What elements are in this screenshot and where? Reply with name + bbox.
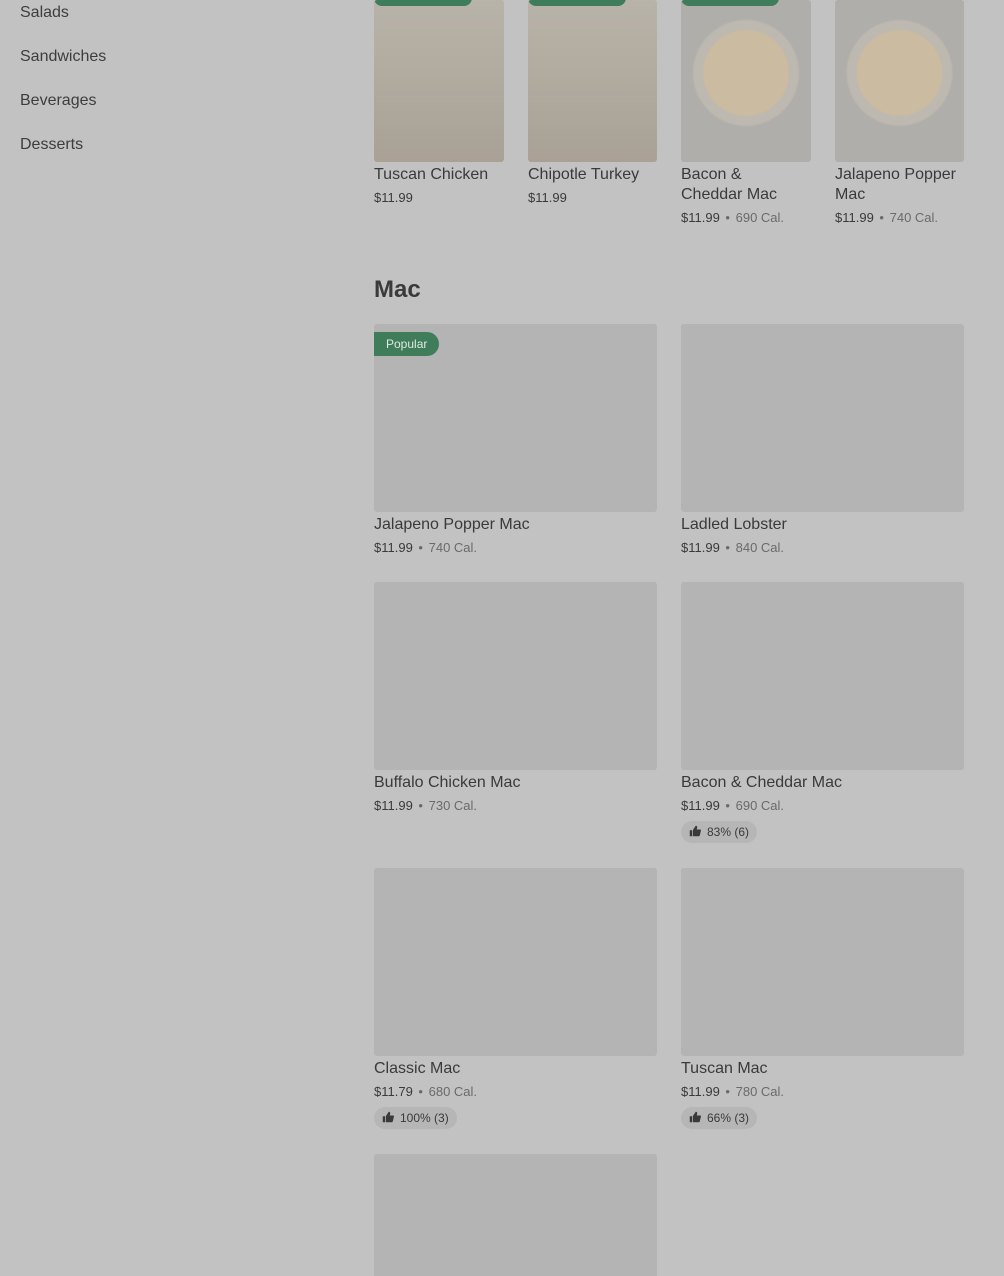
item-meta: $11.99 • 690 Cal.	[681, 797, 784, 815]
item-calories: 690 Cal.	[735, 798, 785, 813]
menu-page: Salads Sandwiches Beverages Desserts Tus…	[0, 0, 1004, 1276]
item-name: Bacon & Cheddar Mac	[681, 774, 842, 791]
item-name: Jalapeno Popper Mac	[374, 516, 530, 533]
item-price: $11.99	[681, 210, 720, 225]
item-calories: 680 Cal.	[428, 1084, 478, 1099]
item-calories: 840 Cal.	[735, 540, 785, 555]
item-name: Bacon & Cheddar Mac	[681, 165, 777, 205]
item-image	[681, 324, 964, 512]
separator: •	[725, 210, 730, 225]
item-name-line: Jalapeno Popper	[835, 166, 956, 183]
separator: •	[418, 540, 423, 555]
item-name: Chipotle Turkey	[528, 166, 640, 183]
item-image	[374, 868, 657, 1056]
rating-pill: 66% (3)	[681, 1107, 758, 1129]
item-name-line: Cheddar Mac	[681, 186, 778, 203]
item-image	[835, 0, 964, 162]
rating-pill: 83% (6)	[681, 821, 758, 843]
separator: •	[725, 540, 730, 555]
item-name-line: Mac	[835, 186, 866, 203]
item-name: Tuscan Chicken	[374, 166, 489, 183]
item-price: $11.79	[374, 1084, 413, 1099]
item-image	[374, 582, 657, 770]
item-price: $11.99	[374, 798, 413, 813]
mac-bowl-image	[681, 0, 811, 162]
item-image	[681, 0, 811, 162]
item-meta: $11.99 • 690 Cal.	[681, 209, 784, 227]
item-image	[374, 1154, 657, 1276]
item-calories: 740 Cal.	[428, 540, 478, 555]
mac-bowl-image	[835, 0, 964, 162]
item-image	[681, 868, 964, 1056]
item-calories: 730 Cal.	[428, 798, 478, 813]
rating-text: 66% (3)	[707, 1111, 750, 1125]
item-price: $11.99	[681, 1084, 720, 1099]
item-calories: 690 Cal.	[735, 210, 785, 225]
item-meta: $11.99 • 740 Cal.	[374, 539, 477, 557]
thumbs-up-icon	[689, 825, 701, 837]
sandwich-image	[374, 0, 504, 162]
item-meta: $11.99 • 740 Cal.	[835, 209, 938, 227]
separator: •	[418, 1084, 423, 1099]
item-price: $11.99	[374, 540, 413, 555]
sandwich-image	[528, 0, 657, 162]
separator: •	[418, 798, 423, 813]
item-image: Popular	[374, 324, 657, 512]
separator: •	[879, 210, 884, 225]
popular-badge: Popular	[374, 332, 440, 356]
sidebar-item-beverages[interactable]: Beverages	[20, 89, 97, 113]
item-price: $11.99	[681, 798, 720, 813]
section-title: Mac	[374, 276, 421, 303]
item-image	[374, 0, 504, 162]
badge-strip	[528, 0, 626, 6]
item-meta: $11.99 • 840 Cal.	[681, 539, 784, 557]
item-name: Ladled Lobster	[681, 516, 787, 533]
separator: •	[725, 1084, 730, 1099]
item-price: $11.99	[681, 540, 720, 555]
thumbs-up-icon	[382, 1111, 394, 1123]
item-meta: $11.79 • 680 Cal.	[374, 1083, 477, 1101]
item-meta: $11.99 • 780 Cal.	[681, 1083, 784, 1101]
sidebar-item-desserts[interactable]: Desserts	[20, 133, 83, 157]
badge-strip	[681, 0, 779, 6]
badge-strip	[374, 0, 472, 6]
sidebar-item-salads[interactable]: Salads	[20, 1, 69, 25]
separator: •	[725, 798, 730, 813]
item-price: $11.99	[374, 190, 413, 205]
item-image	[681, 582, 964, 770]
item-price: $11.99	[835, 210, 874, 225]
rating-pill: 100% (3)	[374, 1107, 457, 1129]
item-price: $11.99	[528, 190, 567, 205]
thumbs-up-icon	[689, 1111, 701, 1123]
item-name: Tuscan Mac	[681, 1060, 768, 1077]
sidebar-item-sandwiches[interactable]: Sandwiches	[20, 45, 106, 69]
rating-text: 100% (3)	[400, 1111, 449, 1125]
item-calories: 780 Cal.	[735, 1084, 785, 1099]
item-name-line: Bacon &	[681, 166, 742, 183]
item-image	[528, 0, 657, 162]
item-meta: $11.99 • 730 Cal.	[374, 797, 477, 815]
item-name: Classic Mac	[374, 1060, 461, 1077]
item-calories: 740 Cal.	[889, 210, 939, 225]
item-name: Jalapeno Popper Mac	[835, 165, 956, 205]
item-name: Buffalo Chicken Mac	[374, 774, 521, 791]
rating-text: 83% (6)	[707, 825, 750, 839]
